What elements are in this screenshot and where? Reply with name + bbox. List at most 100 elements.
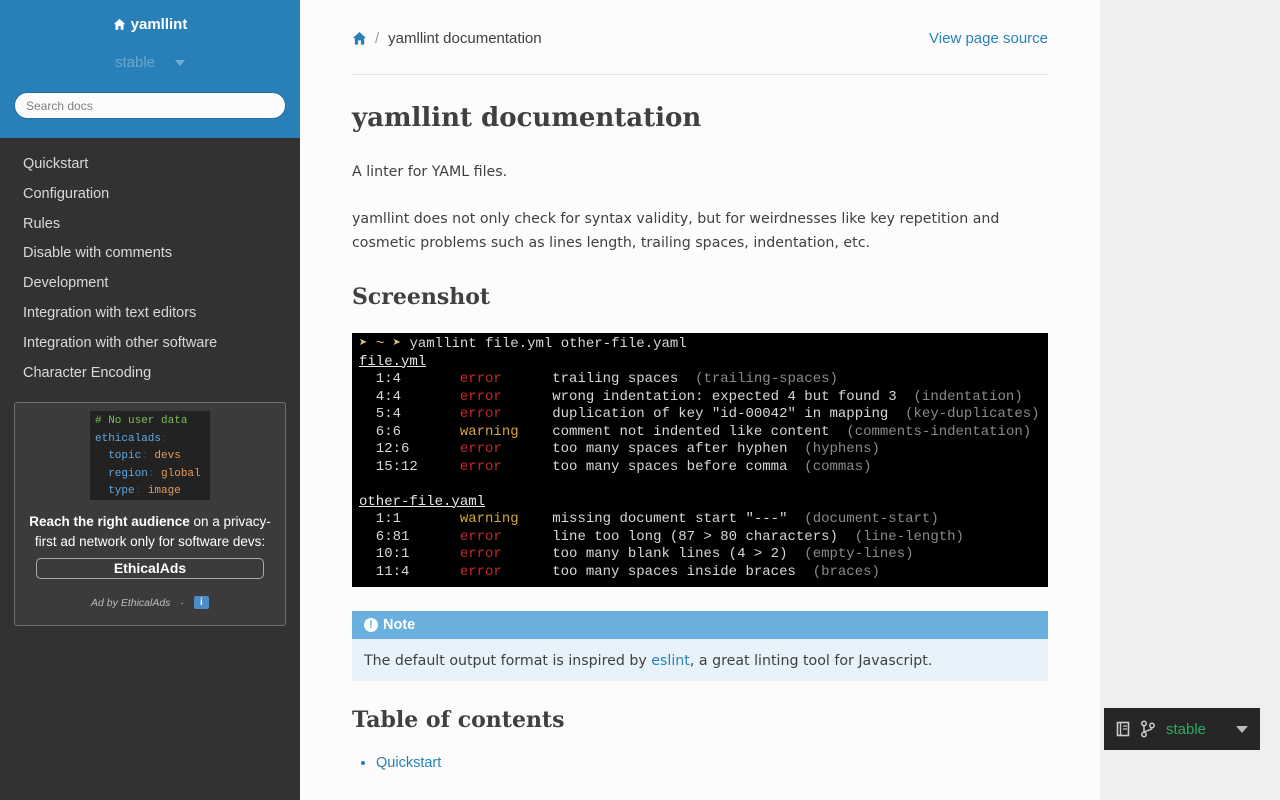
ad-code-key: region — [108, 467, 148, 480]
view-page-source-link[interactable]: View page source — [929, 30, 1048, 47]
sidebar-item-character-encoding[interactable]: Character Encoding — [0, 359, 300, 389]
lint-position: 10:1 — [359, 546, 460, 562]
ethicalads-button[interactable]: EthicalAds — [36, 558, 264, 579]
sidebar-nav: Quickstart Configuration Rules Disable w… — [0, 150, 300, 388]
lint-message: trailing spaces — [552, 371, 696, 387]
sidebar-header: yamllint stable — [0, 0, 300, 138]
lint-rule: (document-start) — [804, 511, 939, 527]
terminal-lint-line: 12:6 error too many spaces after hyphen … — [359, 441, 1048, 459]
lint-rule: (braces) — [812, 563, 880, 580]
lint-level: error — [459, 371, 553, 387]
lint-position: 1:1 — [359, 511, 460, 527]
toc-item-quickstart[interactable]: Quickstart — [376, 755, 1048, 771]
terminal-file-header: other-file.yaml — [359, 494, 1048, 512]
lint-level: error — [459, 388, 553, 405]
note-text-before: The default output format is inspired by — [364, 653, 652, 669]
note-body: The default output format is inspired by… — [352, 639, 1048, 681]
lint-rule: (line-length) — [854, 528, 964, 545]
lint-message: duplication of key "id-00042" in mapping — [552, 406, 906, 422]
terminal-file-name: other-file.yaml — [359, 493, 486, 510]
ad-image[interactable]: # No user data ethicalads: topic: devs r… — [90, 411, 210, 500]
terminal-lint-line: 6:81 error line too long (87 > 80 charac… — [359, 529, 1048, 547]
lint-rule: (indentation) — [913, 388, 1023, 405]
ethicalads-banner: # No user data ethicalads: topic: devs r… — [14, 402, 286, 626]
lint-rule: (key-duplicates) — [905, 406, 1040, 422]
sidebar-item-quickstart[interactable]: Quickstart — [0, 150, 300, 180]
exclamation-icon: ! — [364, 618, 378, 632]
ad-text[interactable]: Reach the right audience on a privacy-fi… — [23, 512, 277, 552]
lint-position: 4:4 — [359, 388, 460, 405]
ad-code-root: ethicalads — [95, 432, 162, 445]
lint-rule: (commas) — [804, 458, 872, 475]
lint-position: 5:4 — [359, 406, 460, 422]
terminal-screenshot: ➤ ~ ➤ yamllint file.yml other-file.yaml f… — [352, 333, 1048, 587]
lint-position: 15:12 — [359, 458, 460, 475]
lint-level: warning — [459, 423, 553, 440]
sidebar-item-configuration[interactable]: Configuration — [0, 180, 300, 210]
info-icon[interactable]: i — [193, 596, 209, 609]
terminal-lint-line: 1:4 error trailing spaces (trailing-spac… — [359, 371, 1048, 389]
document: / yamllint documentation View page sourc… — [352, 0, 1048, 771]
lint-level: error — [459, 406, 553, 422]
screenshot-heading: Screenshot — [352, 284, 491, 310]
terminal-lint-line: 5:4 error duplication of key "id-00042" … — [359, 406, 1048, 424]
version-selector[interactable]: stable — [0, 54, 300, 71]
lint-rule: (comments-indentation) — [846, 423, 1032, 440]
lint-message: missing document start "---" — [552, 511, 805, 527]
lint-position: 11:4 — [359, 563, 460, 580]
lint-position: 1:4 — [359, 371, 460, 387]
terminal-lint-line: 6:6 warning comment not indented like co… — [359, 424, 1048, 442]
ad-code-comment: # No user data — [95, 415, 188, 427]
terminal-lint-line: 15:12 error too many spaces before comma… — [359, 459, 1048, 477]
sidebar-item-integration-other-software[interactable]: Integration with other software — [0, 329, 300, 359]
terminal-lint-line: 10:1 error too many blank lines (4 > 2) … — [359, 546, 1048, 564]
breadcrumb: / yamllint documentation View page sourc… — [352, 0, 1048, 75]
ad-footer: Ad by EthicalAds · i — [15, 596, 285, 609]
note-title-text: Note — [383, 617, 416, 633]
terminal-lint-line: 11:4 error too many spaces inside braces… — [359, 564, 1048, 582]
project-home-link[interactable]: yamllint — [113, 16, 187, 33]
lint-rule: (trailing-spaces) — [695, 371, 838, 387]
ad-code-value: image — [147, 485, 181, 497]
ad-code-value: devs — [154, 450, 181, 462]
lint-position: 6:6 — [359, 423, 460, 440]
lint-message: line too long (87 > 80 characters) — [552, 528, 855, 545]
breadcrumb-current: yamllint documentation — [388, 30, 542, 47]
sidebar: yamllint stable Quickstart Configuration… — [0, 0, 300, 800]
note-text-after: , a great linting tool for Javascript. — [689, 653, 933, 669]
note-admonition: ! Note The default output format is insp… — [352, 611, 1048, 681]
home-icon — [113, 18, 125, 30]
terminal-lint-line: 1:1 warning missing document start "---"… — [359, 511, 1048, 529]
lint-level: error — [459, 546, 553, 562]
ad-by-link[interactable]: Ad by EthicalAds — [91, 597, 170, 609]
lint-message: too many spaces before comma — [552, 458, 805, 475]
sidebar-item-integration-text-editors[interactable]: Integration with text editors — [0, 299, 300, 329]
terminal-lint-line: 4:4 error wrong indentation: expected 4 … — [359, 389, 1048, 407]
breadcrumb-separator: / — [375, 30, 380, 47]
sidebar-item-rules[interactable]: Rules — [0, 210, 300, 240]
toc-heading: Table of contents — [352, 707, 565, 733]
git-branch-icon — [1141, 720, 1155, 738]
lint-message: too many spaces after hyphen — [552, 441, 805, 457]
lint-level: error — [459, 528, 553, 545]
lint-message: wrong indentation: expected 4 but found … — [552, 388, 914, 405]
home-icon[interactable] — [352, 31, 367, 46]
version-flyout[interactable]: stable — [1104, 708, 1260, 750]
search-input[interactable] — [14, 92, 286, 119]
eslint-link[interactable]: eslint — [651, 653, 690, 669]
ad-code-value: global — [161, 467, 201, 480]
lint-message: comment not indented like content — [552, 423, 847, 440]
lint-level: error — [459, 563, 553, 580]
book-icon — [1116, 721, 1130, 737]
chevron-down-icon — [175, 60, 186, 66]
note-title: ! Note — [352, 611, 1048, 639]
sidebar-item-development[interactable]: Development — [0, 269, 300, 299]
lint-position: 6:81 — [359, 528, 460, 545]
intro-paragraph: A linter for YAML files. — [352, 164, 508, 180]
ad-code-key: topic — [108, 450, 142, 462]
lint-message: too many spaces inside braces — [552, 563, 813, 580]
caret-down-icon — [1236, 725, 1248, 733]
sidebar-item-disable-with-comments[interactable]: Disable with comments — [0, 239, 300, 269]
terminal-command: yamllint file.yml other-file.yaml — [401, 336, 687, 352]
